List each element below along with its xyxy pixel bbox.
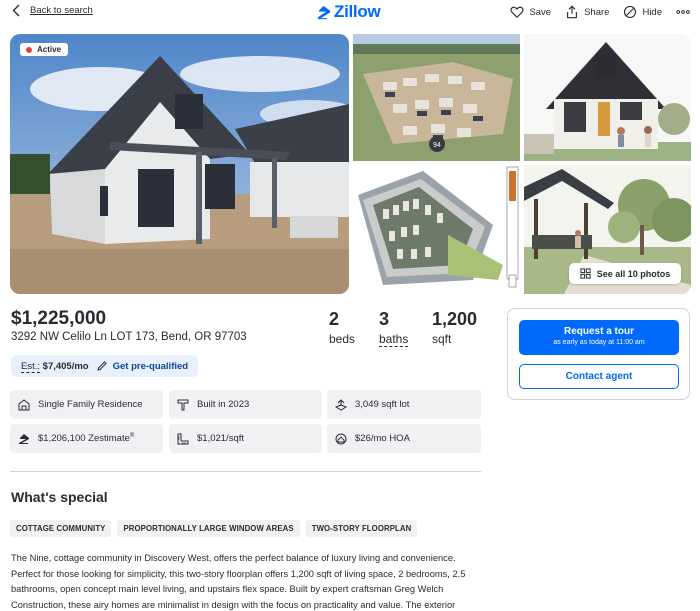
hoa-icon — [335, 433, 347, 444]
site-plan-image — [353, 165, 520, 294]
lot-icon — [335, 398, 347, 411]
tag-large-windows: PROPORTIONALLY LARGE WINDOW AREAS — [117, 520, 300, 537]
see-all-photos-button[interactable]: See all 10 photos — [569, 263, 681, 284]
request-tour-label: Request a tour — [563, 326, 634, 337]
top-bar: Back to search Zillow Save Share Hide — [0, 0, 700, 26]
payment-estimate: Est.: $7,405/mo Get pre-qualified — [11, 355, 199, 377]
tag-two-story: TWO-STORY FLOORPLAN — [305, 520, 418, 537]
pencil-icon — [96, 361, 107, 371]
estimate-value: $7,405/mo — [42, 360, 89, 372]
beds-stat: 2 beds — [329, 309, 355, 346]
share-icon — [567, 5, 578, 19]
hide-button[interactable]: Hide — [623, 5, 662, 19]
prequalified-label: Get pre-qualified — [112, 360, 189, 372]
see-all-label: See all 10 photos — [596, 268, 671, 279]
feature-tags: COTTAGE COMMUNITY PROPORTIONALLY LARGE W… — [10, 520, 418, 537]
zestimate-icon — [19, 433, 29, 444]
back-label: Back to search — [30, 5, 93, 16]
address: 3292 NW Celilo Ln LOT 173, Bend, OR 9770… — [11, 331, 247, 343]
estimate-label: Est.: — [21, 360, 41, 373]
house-photo — [10, 34, 349, 294]
aerial-image: 94 — [353, 34, 520, 161]
baths-label: baths — [379, 332, 409, 347]
listing-description: The Nine, cottage community in Discovery… — [11, 553, 466, 610]
request-tour-sublabel: as early as today at 11:00 am — [553, 339, 645, 346]
ruler-icon — [177, 433, 189, 444]
baths-stat[interactable]: 3 baths — [379, 309, 409, 347]
active-dot-icon — [26, 46, 32, 53]
request-tour-button[interactable]: Request a tour as early as today at 11:0… — [519, 320, 679, 355]
more-options-button[interactable] — [676, 5, 690, 19]
price: $1,225,000 — [11, 308, 107, 329]
status-badge: Active — [20, 43, 69, 56]
fact-zestimate[interactable]: $1,206,100 Zestimate® — [10, 424, 163, 453]
price-per-sqft-value: $1,021/sqft — [197, 433, 245, 444]
whats-special-heading: What's special — [11, 489, 108, 505]
more-dots-icon — [676, 10, 690, 14]
lot-size-value: 3,049 sqft lot — [355, 399, 410, 410]
heart-icon — [510, 6, 524, 19]
zillow-house-icon — [317, 5, 331, 19]
estimate-text[interactable]: Est.: $7,405/mo — [21, 360, 89, 373]
tag-cottage-community: COTTAGE COMMUNITY — [10, 520, 112, 537]
contact-panel: Request a tour as early as today at 11:0… — [507, 308, 690, 400]
logo-text: Zillow — [334, 2, 381, 21]
aerial-marker: 94 — [433, 142, 441, 149]
rendering-image — [524, 34, 691, 161]
hide-icon — [624, 5, 637, 19]
back-to-search-link[interactable]: Back to search — [12, 4, 93, 17]
fact-price-per-sqft: $1,021/sqft — [169, 424, 322, 453]
share-label: Share — [584, 6, 610, 18]
site-plan-photo[interactable] — [353, 165, 520, 294]
save-button[interactable]: Save — [510, 5, 551, 19]
registered-mark: ® — [129, 432, 135, 439]
get-prequalified-link[interactable]: Get pre-qualified — [96, 360, 189, 372]
home-type-icon — [18, 398, 30, 410]
hammer-icon — [177, 399, 189, 410]
fact-year-built: Built in 2023 — [169, 390, 322, 419]
share-button[interactable]: Share — [565, 5, 609, 19]
zestimate-value: $1,206,100 Zestimate® — [38, 432, 135, 445]
divider — [10, 471, 481, 472]
baths-value: 3 — [379, 309, 390, 329]
fact-hoa: $26/mo HOA — [327, 424, 481, 453]
save-label: Save — [529, 6, 552, 18]
fact-home-type: Single Family Residence — [10, 390, 163, 419]
beds-value: 2 — [329, 309, 340, 329]
hide-label: Hide — [642, 6, 662, 18]
hoa-value: $26/mo HOA — [355, 433, 410, 444]
sqft-label: sqft — [432, 332, 452, 346]
grid-icon — [580, 268, 591, 279]
sqft-stat: 1,200 sqft — [432, 309, 477, 346]
contact-agent-button[interactable]: Contact agent — [519, 364, 679, 389]
sqft-value: 1,200 — [432, 309, 478, 329]
header-actions: Save Share Hide — [510, 5, 690, 19]
chevron-left-icon — [12, 4, 20, 17]
rendering-photo[interactable] — [524, 34, 691, 161]
zillow-logo[interactable]: Zillow — [316, 2, 381, 22]
year-built-value: Built in 2023 — [197, 399, 250, 410]
status-label: Active — [37, 45, 62, 54]
beds-label: beds — [329, 332, 356, 346]
home-type-value: Single Family Residence — [38, 399, 143, 410]
fact-lot-size: 3,049 sqft lot — [327, 390, 481, 419]
aerial-photo[interactable]: 94 — [353, 34, 520, 161]
main-photo[interactable] — [10, 34, 349, 294]
